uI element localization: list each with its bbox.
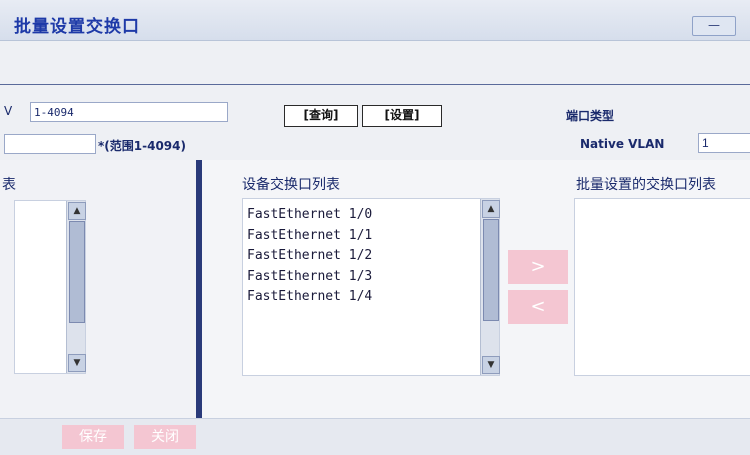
list-item[interactable]: FastEthernet 1/3 xyxy=(247,267,499,288)
query-button[interactable]: [查询] xyxy=(284,105,358,127)
window-title: 批量设置交换口 xyxy=(14,17,140,37)
close-button[interactable]: 关闭 xyxy=(134,425,196,449)
config-button[interactable]: [设置] xyxy=(362,105,442,127)
left-panel-header: 表 xyxy=(2,177,16,193)
scroll-down-icon[interactable]: ▼ xyxy=(68,354,86,372)
scroll-down-icon[interactable]: ▼ xyxy=(482,356,500,374)
scroll-thumb[interactable] xyxy=(69,221,85,323)
move-right-button[interactable]: > xyxy=(508,250,568,284)
left-scrollbar[interactable]: ▲ ▼ xyxy=(66,201,86,373)
device-port-list[interactable]: FastEthernet 1/0 FastEthernet 1/1 FastEt… xyxy=(242,198,500,376)
port-type-label: 端口类型 xyxy=(566,109,615,123)
device-list-scrollbar[interactable]: ▲ ▼ xyxy=(480,199,500,375)
list-item[interactable]: FastEthernet 1/0 xyxy=(247,205,499,226)
footer-bar: 保存 关闭 xyxy=(0,418,750,455)
scroll-up-icon[interactable]: ▲ xyxy=(482,200,500,218)
left-panel: 表 ▲ ▼ xyxy=(0,160,202,418)
title-bar: 批量设置交换口 — xyxy=(0,0,750,41)
scroll-thumb[interactable] xyxy=(483,219,499,321)
list-item[interactable]: FastEthernet 1/1 xyxy=(247,226,499,247)
move-left-button[interactable]: < xyxy=(508,290,568,324)
list-item[interactable]: FastEthernet 1/2 xyxy=(247,246,499,267)
batch-list-header: 批量设置的交换口列表 xyxy=(576,177,716,193)
list-item[interactable]: FastEthernet 1/4 xyxy=(247,287,499,308)
native-vlan-input[interactable] xyxy=(698,133,750,153)
save-button[interactable]: 保存 xyxy=(62,425,124,449)
toolbar-row xyxy=(0,62,750,85)
batch-port-list[interactable] xyxy=(574,198,750,376)
vlan-range-input[interactable] xyxy=(4,134,96,154)
vlan-label: V xyxy=(4,104,13,118)
scroll-up-icon[interactable]: ▲ xyxy=(68,202,86,220)
minimize-button[interactable]: — xyxy=(692,16,736,36)
device-list-header: 设备交换口列表 xyxy=(242,177,340,193)
native-vlan-label: Native VLAN xyxy=(580,137,665,151)
left-listbox[interactable]: ▲ ▼ xyxy=(14,200,86,374)
vlan-input[interactable] xyxy=(30,102,228,122)
range-hint: *(范围1-4094) xyxy=(98,139,186,153)
